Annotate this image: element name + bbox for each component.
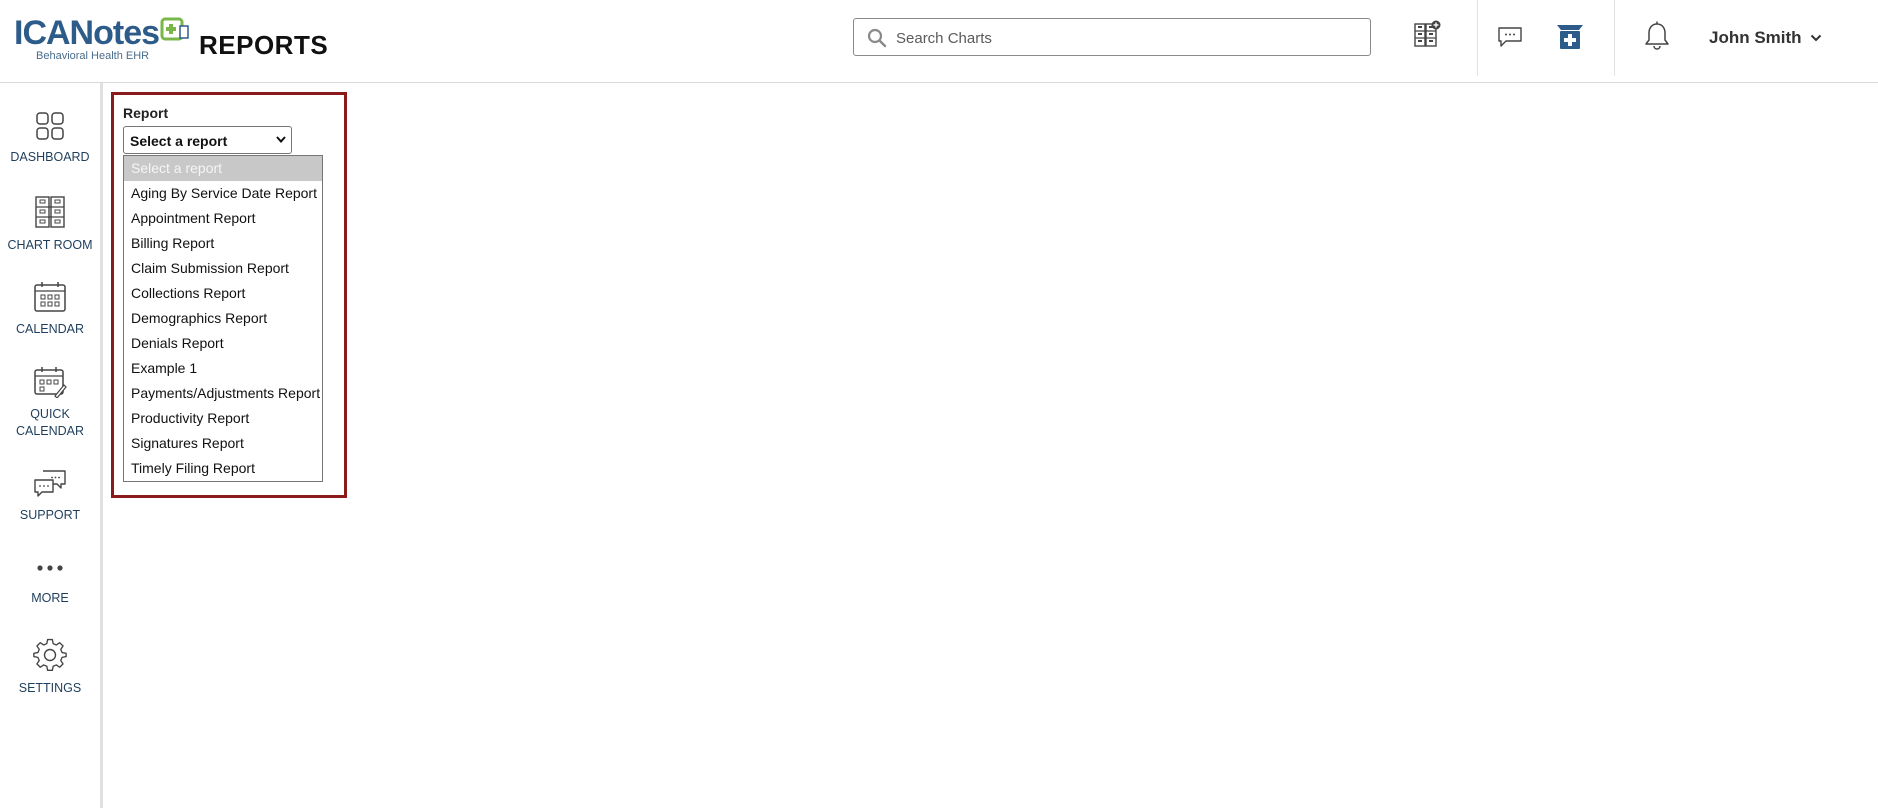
messages-icon[interactable] [1497,26,1523,53]
logo-wordmark: ICANotes [14,16,190,50]
report-option[interactable]: Example 1 [124,356,322,381]
sidebar-item-support[interactable]: SUPPORT [0,469,100,524]
search-box[interactable] [853,18,1371,56]
chart-room-icon [35,196,65,228]
report-selector-panel: Report Select a report Select a report A… [111,92,347,498]
report-option[interactable]: Billing Report [124,231,322,256]
sidebar-item-label: MORE [31,591,69,605]
gear-icon [33,638,67,671]
sidebar-item-more[interactable]: MORE [0,562,100,607]
sidebar-item-quick-calendar[interactable]: QUICK CALENDAR [0,366,100,440]
new-chart-icon[interactable] [1413,20,1441,53]
sidebar-item-settings[interactable]: SETTINGS [0,638,100,697]
report-option[interactable]: Productivity Report [124,406,322,431]
report-option[interactable]: Select a report [124,156,322,181]
sidebar-item-chart-room[interactable]: CHART ROOM [0,195,100,254]
user-name: John Smith [1709,28,1802,47]
app-logo[interactable]: ICANotes Behavioral Health EHR [14,16,190,62]
report-option[interactable]: Collections Report [124,281,322,306]
calendar-icon [34,282,66,312]
report-option[interactable]: Denials Report [124,331,322,356]
notifications-bell-icon[interactable] [1643,21,1671,56]
user-menu[interactable]: John Smith [1709,28,1822,48]
logo-text: ICANotes [14,14,160,52]
sidebar-item-label: SUPPORT [19,508,81,522]
report-select[interactable]: Select a report [123,126,292,154]
sidebar-item-dashboard[interactable]: DASHBOARD [0,111,100,166]
search-icon [867,28,887,48]
prescription-icon[interactable] [1556,23,1584,56]
report-option[interactable]: Signatures Report [124,431,322,456]
sidebar-item-label: QUICK CALENDAR [15,407,85,438]
dashboard-icon [36,112,64,140]
chevron-down-icon [1810,34,1821,42]
report-options-list[interactable]: Select a report Aging By Service Date Re… [123,155,323,482]
search-input[interactable] [894,27,1358,49]
report-option[interactable]: Timely Filing Report [124,456,322,481]
sidebar-item-label: CALENDAR [15,322,85,336]
logo-subtitle: Behavioral Health EHR [36,50,150,62]
header-divider [1614,0,1615,76]
report-option[interactable]: Appointment Report [124,206,322,231]
sidebar-nav: DASHBOARD CHART ROOM CALENDAR QUICK CALE… [0,83,103,808]
chevron-down-icon [276,136,286,143]
report-label: Report [123,105,169,121]
report-option[interactable]: Demographics Report [124,306,322,331]
logo-plus-icon [160,16,190,50]
report-select-value: Select a report [130,133,228,149]
report-option[interactable]: Aging By Service Date Report [124,181,322,206]
page-title: REPORTS [199,30,329,60]
sidebar-item-calendar[interactable]: CALENDAR [0,281,100,338]
sidebar-item-label: CHART ROOM [7,238,93,252]
header-divider [1477,0,1478,76]
report-option[interactable]: Claim Submission Report [124,256,322,281]
report-option[interactable]: Payments/Adjustments Report [124,381,322,406]
sidebar-item-label: DASHBOARD [10,150,90,164]
sidebar-item-label: SETTINGS [18,681,82,695]
support-icon [34,470,66,497]
more-dots-icon [37,565,63,571]
top-header: ICANotes Behavioral Health EHR REPORTS S… [0,0,1878,83]
quick-calendar-icon [34,367,67,398]
